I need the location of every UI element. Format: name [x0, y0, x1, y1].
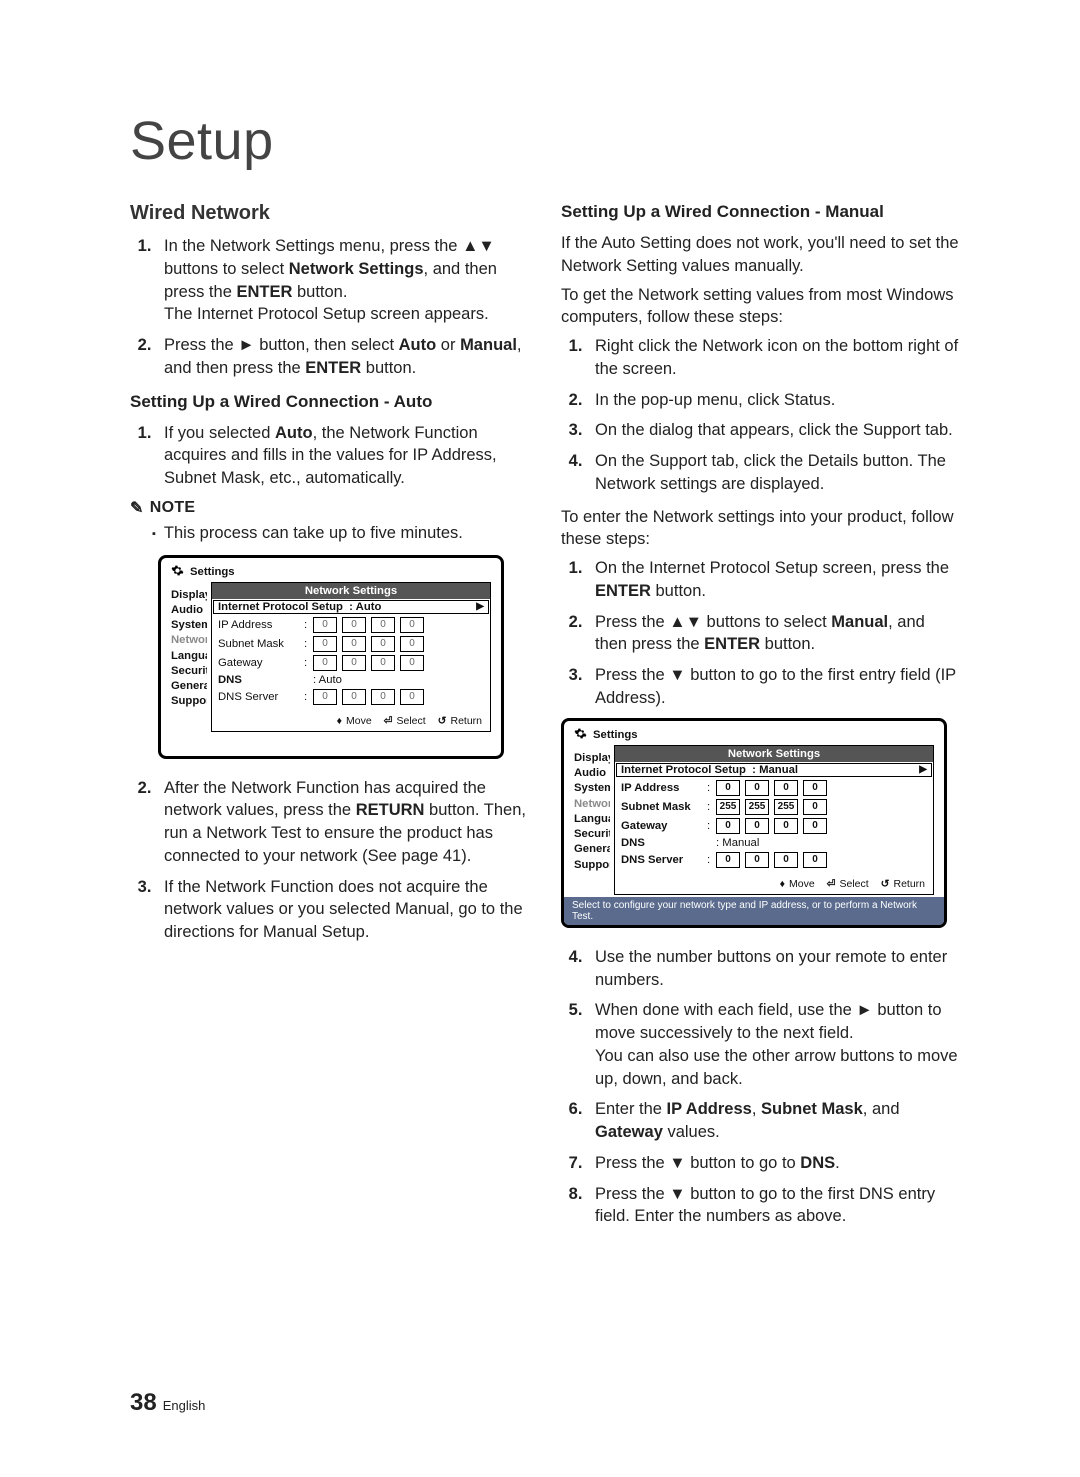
note-bullet: This process can take up to five minutes…: [152, 522, 529, 545]
sidebar-item[interactable]: General: [574, 842, 610, 857]
list-item: On the dialog that appears, click the Su…: [587, 419, 960, 442]
ip-address-row: IP Address: 0000: [218, 617, 486, 633]
list-item: In the pop-up menu, click Status.: [587, 389, 960, 412]
dialog-title: Settings: [593, 729, 638, 741]
return-icon: ↺: [881, 878, 890, 890]
sidebar-item[interactable]: Network: [171, 633, 207, 648]
list-item: On the Internet Protocol Setup screen, p…: [587, 557, 960, 603]
wired-steps-intro: In the Network Settings menu, press the …: [130, 235, 529, 380]
ip-address-row[interactable]: IP Address: 0000: [621, 780, 929, 796]
sidebar-item[interactable]: Support: [171, 694, 207, 709]
sidebar-item[interactable]: Display: [171, 588, 207, 603]
updown-icon: ♦: [780, 878, 785, 890]
sidebar-item[interactable]: Audio: [171, 603, 207, 618]
note-icon: ✎: [130, 498, 144, 518]
return-icon: ↺: [438, 715, 447, 727]
pane-title: Network Settings: [212, 583, 490, 599]
sidebar-item[interactable]: System: [171, 618, 207, 633]
list-item: Use the number buttons on your remote to…: [587, 946, 960, 992]
windows-steps: Right click the Network icon on the bott…: [561, 335, 960, 496]
auto-steps-2-3: After the Network Function has acquired …: [130, 777, 529, 944]
status-strip: Select to configure your network type an…: [564, 897, 944, 925]
sidebar-item[interactable]: System: [574, 781, 610, 796]
sidebar-item[interactable]: Security: [171, 664, 207, 679]
auto-steps-1: If you selected Auto, the Network Functi…: [130, 422, 529, 490]
enter-steps-1-3: On the Internet Protocol Setup screen, p…: [561, 557, 960, 710]
list-item: Press the ▼ button to go to the first en…: [587, 664, 960, 710]
auto-subheading: Setting Up a Wired Connection - Auto: [130, 392, 529, 412]
page-number: 38: [130, 1389, 157, 1417]
dialog-title: Settings: [190, 566, 235, 578]
note-row: ✎ NOTE: [130, 498, 529, 518]
gear-icon: [171, 564, 184, 580]
chevron-right-icon: ▶: [919, 764, 927, 775]
dns-row: DNS : Manual: [621, 837, 929, 849]
gateway-row[interactable]: Gateway: 0000: [621, 818, 929, 834]
sidebar-item[interactable]: Support: [574, 858, 610, 873]
chevron-right-icon: ▶: [476, 601, 484, 612]
enter-icon: ⏎: [384, 715, 393, 727]
gateway-row: Gateway: 0000: [218, 655, 486, 671]
list-item: Press the ▼ button to go to DNS.: [587, 1152, 960, 1175]
sidebar-tabs: Display Audio System Network Language Se…: [574, 745, 610, 895]
protocol-setup-select[interactable]: Internet Protocol Setup : Auto ▶: [213, 600, 489, 614]
right-column: Setting Up a Wired Connection - Manual I…: [561, 202, 960, 1236]
gear-icon: [574, 727, 587, 743]
manual-subheading: Setting Up a Wired Connection - Manual: [561, 202, 960, 222]
list-item: On the Support tab, click the Details bu…: [587, 450, 960, 496]
enter-icon: ⏎: [827, 878, 836, 890]
pane-title: Network Settings: [615, 746, 933, 762]
sidebar-item[interactable]: Language: [171, 649, 207, 664]
manual-intro2: To get the Network setting values from m…: [561, 284, 960, 330]
sidebar-item[interactable]: Network: [574, 797, 610, 812]
list-item: After the Network Function has acquired …: [156, 777, 529, 868]
sidebar-item[interactable]: Language: [574, 812, 610, 827]
list-item: Right click the Network icon on the bott…: [587, 335, 960, 381]
subnet-mask-row[interactable]: Subnet Mask: 2552552550: [621, 799, 929, 815]
hint-bar: ♦Move ⏎Select ↺Return: [212, 711, 490, 731]
list-item: Press the ► button, then select Auto or …: [156, 334, 529, 380]
wired-network-heading: Wired Network: [130, 202, 529, 225]
list-item: Enter the IP Address, Subnet Mask, and G…: [587, 1098, 960, 1144]
sidebar-item[interactable]: Display: [574, 751, 610, 766]
list-item: In the Network Settings menu, press the …: [156, 235, 529, 326]
manual-mid: To enter the Network settings into your …: [561, 506, 960, 552]
note-text: This process can take up to five minutes…: [164, 522, 463, 545]
dns-row: DNS : Auto: [218, 674, 486, 686]
dns-server-row: DNS Server: 0000: [218, 689, 486, 705]
subnet-mask-row: Subnet Mask: 0000: [218, 636, 486, 652]
note-label: NOTE: [150, 499, 196, 517]
footer-language: English: [163, 1398, 206, 1413]
list-item: If the Network Function does not acquire…: [156, 876, 529, 944]
left-column: Wired Network In the Network Settings me…: [130, 202, 529, 1236]
list-item: Press the ▲▼ buttons to select Manual, a…: [587, 611, 960, 657]
manual-intro1: If the Auto Setting does not work, you'l…: [561, 232, 960, 278]
hint-bar: ♦Move ⏎Select ↺Return: [615, 874, 933, 894]
settings-dialog-manual: Settings Display Audio System Network La…: [561, 718, 947, 928]
updown-icon: ♦: [337, 715, 342, 727]
dns-server-row[interactable]: DNS Server: 0000: [621, 852, 929, 868]
page-title: Setup: [130, 110, 960, 172]
list-item: When done with each field, use the ► but…: [587, 999, 960, 1090]
enter-steps-4-8: Use the number buttons on your remote to…: [561, 946, 960, 1228]
list-item: If you selected Auto, the Network Functi…: [156, 422, 529, 490]
protocol-setup-select[interactable]: Internet Protocol Setup : Manual ▶: [616, 763, 932, 777]
sidebar-item[interactable]: General: [171, 679, 207, 694]
sidebar-tabs: Display Audio System Network Language Se…: [171, 582, 207, 732]
sidebar-item[interactable]: Security: [574, 827, 610, 842]
footer: 38 English: [130, 1389, 205, 1417]
sidebar-item[interactable]: Audio: [574, 766, 610, 781]
list-item: Press the ▼ button to go to the first DN…: [587, 1183, 960, 1229]
settings-dialog-auto: Settings Display Audio System Network La…: [158, 555, 504, 759]
